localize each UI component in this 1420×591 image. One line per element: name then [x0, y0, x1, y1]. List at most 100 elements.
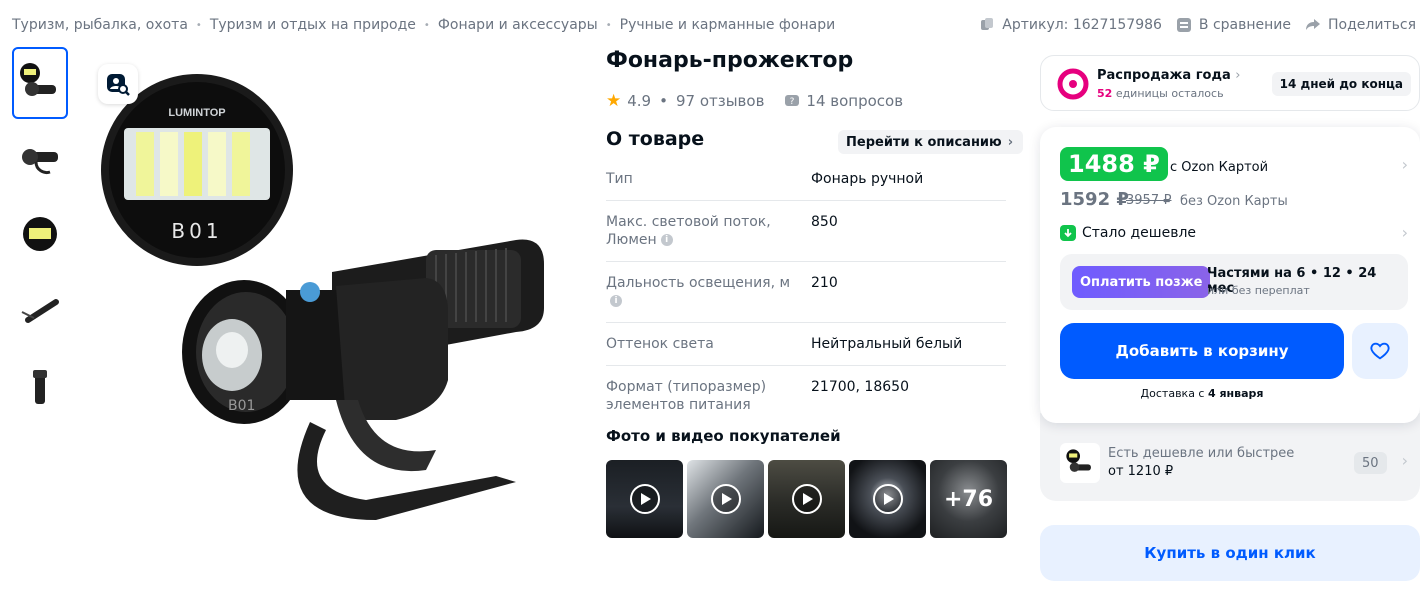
product-image[interactable]: LUMINTOP B01 B01	[96, 50, 566, 570]
breadcrumb-separator: •	[195, 19, 202, 31]
customer-video[interactable]	[606, 460, 683, 538]
about-title: О товаре	[606, 128, 705, 150]
breadcrumb-item[interactable]: Туризм и отдых на природе	[210, 17, 416, 33]
delivery-date: 4 января	[1207, 387, 1264, 400]
customer-video[interactable]	[768, 460, 845, 538]
article-item[interactable]: Артикул: 1627157986	[979, 17, 1162, 33]
rating-separator: •	[659, 92, 668, 110]
gallery-thumb[interactable]	[12, 350, 68, 422]
alternative-offers[interactable]: Есть дешевле или быстрее от 1210 ₽ 50 ›	[1040, 413, 1420, 501]
play-icon	[872, 484, 903, 514]
brand-logo: LUMINTOP	[168, 107, 225, 119]
photo-search-icon	[107, 74, 130, 96]
play-icon	[710, 484, 741, 514]
goto-description-label: Перейти к описанию	[846, 134, 1002, 150]
spec-row: Дальность освещения, м i 210	[606, 262, 1006, 323]
breadcrumb-item[interactable]: Ручные и карманные фонари	[620, 17, 836, 33]
alternative-title: Есть дешевле или быстрее	[1108, 446, 1295, 461]
gallery-thumb[interactable]	[12, 122, 68, 194]
price-drop-label: Стало дешевле	[1082, 225, 1197, 241]
customer-photos: +76	[606, 460, 1007, 538]
breadcrumb: Туризм, рыбалка, охота • Туризм и отдых …	[12, 17, 835, 33]
reviews-link[interactable]: 97 отзывов	[676, 92, 764, 110]
chevron-right-icon: ›	[1401, 451, 1408, 470]
spec-value: Фонарь ручной	[811, 171, 924, 187]
customer-video[interactable]	[687, 460, 764, 538]
compare-button[interactable]: В сравнение	[1176, 17, 1291, 33]
model-logo: B01	[171, 219, 222, 243]
flashlight-thumb-icon	[1066, 449, 1091, 472]
chevron-right-icon[interactable]: ›	[1402, 223, 1408, 242]
spec-key: Макс. световой поток, Люмен	[606, 214, 771, 248]
spec-row: Макс. световой поток, Люмен i 850	[606, 201, 1006, 262]
add-to-cart-button[interactable]: Добавить в корзину	[1060, 323, 1344, 379]
spec-table: Тип Фонарь ручной Макс. световой поток, …	[606, 158, 1006, 426]
pay-later-panel[interactable]: Оплатить позже Частями на 6 • 12 • 24 ме…	[1060, 254, 1408, 310]
flashlight-thumb-icon	[20, 63, 56, 96]
flashlight-vertical-icon	[33, 370, 47, 404]
info-icon[interactable]: i	[610, 295, 622, 307]
spec-value: 210	[811, 275, 838, 291]
spec-row: Формат (типоразмер) элементов питания 21…	[606, 366, 1006, 426]
spec-row: Тип Фонарь ручной	[606, 158, 1006, 201]
spec-key: Тип	[606, 171, 633, 187]
questions-link[interactable]: 14 вопросов	[806, 92, 903, 110]
breadcrumb-item[interactable]: Туризм, рыбалка, охота	[12, 17, 188, 33]
installments-sub: или без переплат	[1207, 284, 1310, 297]
spec-key: Дальность освещения, м	[606, 275, 791, 291]
svg-text:?: ?	[790, 97, 795, 107]
customer-video[interactable]	[849, 460, 926, 538]
product-title: Фонарь-прожектор	[606, 48, 854, 73]
image-search-button[interactable]	[98, 64, 138, 104]
more-photos-button[interactable]: +76	[930, 460, 1007, 538]
flashlight-thumb-icon	[22, 149, 58, 174]
gallery-thumb[interactable]	[12, 274, 68, 346]
star-icon: ★	[606, 91, 622, 111]
sale-title: Распродажа года	[1097, 68, 1231, 83]
spec-value: 21700, 18650	[811, 379, 909, 395]
compare-label: В сравнение	[1198, 17, 1292, 33]
rating-row: ★ 4.9 • 97 отзывов ? 14 вопросов	[606, 91, 903, 111]
goto-description-button[interactable]: Перейти к описанию ›	[838, 130, 1024, 154]
price-drop-row[interactable]: Стало дешевле	[1060, 225, 1196, 241]
spec-value: 850	[811, 214, 838, 230]
sale-banner[interactable]: Распродажа года › 52 единицы осталось 14…	[1040, 55, 1420, 111]
pay-later-button[interactable]: Оплатить позже	[1072, 266, 1211, 298]
spec-key: Оттенок света	[606, 336, 714, 352]
favorite-button[interactable]	[1352, 323, 1408, 379]
sale-deadline-badge: 14 дней до конца	[1271, 72, 1411, 96]
chevron-right-icon[interactable]: ›	[1402, 155, 1408, 174]
no-card-label: без Ozon Карты	[1180, 194, 1288, 209]
card-price-label: с Ozon Картой	[1170, 160, 1269, 175]
share-button[interactable]: Поделиться	[1305, 17, 1416, 33]
alternative-thumb	[1060, 443, 1100, 483]
heart-icon	[1370, 342, 1390, 360]
breadcrumb-separator: •	[605, 19, 612, 31]
customer-photos-title: Фото и видео покупателей	[606, 427, 841, 445]
rating-value: 4.9	[627, 92, 652, 110]
delivery-prefix: Доставка с	[1140, 387, 1208, 400]
alternative-count: 50	[1354, 452, 1387, 474]
question-icon: ?	[785, 95, 800, 107]
chevron-right-icon: ›	[1007, 134, 1014, 150]
gallery-thumb[interactable]	[12, 198, 68, 270]
svg-text:B01: B01	[228, 398, 255, 414]
old-price: 3957 ₽	[1126, 193, 1172, 208]
breadcrumb-item[interactable]: Фонари и аксессуары	[438, 17, 598, 33]
play-icon	[629, 484, 660, 514]
sale-sub: единицы осталось	[1115, 87, 1224, 100]
copy-icon	[981, 18, 994, 30]
compare-icon	[1176, 18, 1191, 32]
share-icon	[1306, 19, 1321, 30]
sale-count: 52	[1097, 87, 1113, 100]
price: 1592 ₽	[1060, 189, 1129, 210]
card-price: 1488 ₽	[1060, 147, 1168, 181]
flashlight-side-icon	[21, 299, 59, 323]
more-photos-count: +76	[943, 486, 994, 512]
share-label: Поделиться	[1328, 17, 1416, 33]
spec-value: Нейтральный белый	[811, 336, 963, 352]
gallery-thumb[interactable]	[12, 47, 68, 119]
spec-key: Формат (типоразмер) элементов питания	[606, 379, 767, 413]
buy-one-click-button[interactable]: Купить в один клик	[1040, 525, 1420, 581]
info-icon[interactable]: i	[660, 234, 673, 246]
